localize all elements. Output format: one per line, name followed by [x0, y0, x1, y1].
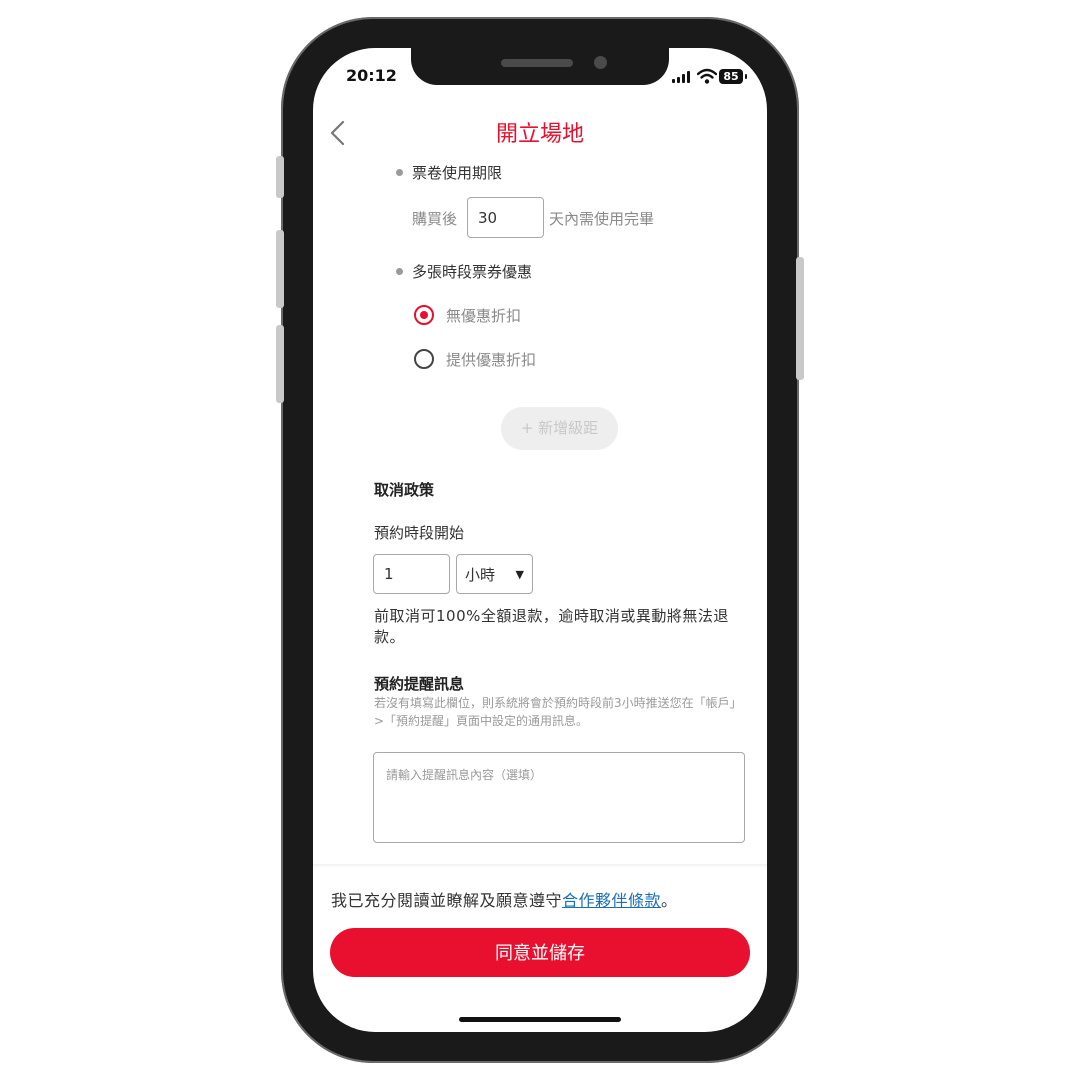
- battery-icon: 85: [719, 69, 743, 84]
- cancel-amount-input[interactable]: 1: [373, 554, 450, 594]
- reminder-description: 若沒有填寫此欄位，則系統將會於預約時段前3小時推送您在「帳戶」>「預約提醒」頁面…: [374, 696, 742, 728]
- battery-tip: [745, 74, 747, 79]
- validity-days-value: 30: [478, 208, 498, 227]
- ticket-validity-label: 票卷使用期限: [412, 164, 503, 182]
- status-time: 20:12: [346, 66, 397, 85]
- front-camera: [594, 56, 607, 69]
- cellular-signal-icon: [672, 71, 692, 83]
- cancel-amount-value: 1: [384, 565, 394, 583]
- cancel-start-label: 預約時段開始: [374, 524, 465, 542]
- cancel-policy-heading: 取消政策: [374, 481, 435, 499]
- bullet-dot: [396, 268, 403, 275]
- volume-down-button: [276, 325, 284, 403]
- back-chevron-icon[interactable]: [326, 119, 350, 147]
- multi-ticket-label: 多張時段票券優惠: [412, 263, 533, 281]
- validity-days-input[interactable]: 30: [467, 197, 544, 238]
- page-title: 開立場地: [495, 122, 584, 147]
- radio-no-discount[interactable]: [414, 305, 434, 325]
- wifi-icon: [697, 68, 717, 84]
- terms-agreement-text: 我已充分閱讀並瞭解及願意遵守合作夥伴條款。: [331, 887, 678, 911]
- cancel-policy-note: 前取消可100%全額退款，逾時取消或異動將無法退款。: [374, 607, 729, 646]
- cancel-unit-value: 小時: [465, 565, 496, 584]
- power-button: [796, 257, 804, 380]
- speaker: [501, 59, 573, 67]
- mute-switch: [276, 156, 284, 198]
- terms-suffix: 。: [661, 891, 678, 910]
- footer-divider: [313, 864, 767, 868]
- reminder-textarea[interactable]: 請輸入提醒訊息內容（選填）: [373, 752, 745, 843]
- partner-terms-link[interactable]: 合作夥伴條款: [562, 891, 661, 910]
- home-indicator[interactable]: [459, 1017, 621, 1022]
- agree-and-save-button[interactable]: 同意並儲存: [330, 928, 750, 977]
- add-tier-button[interactable]: + 新增級距: [501, 407, 618, 450]
- radio-offer-discount[interactable]: [414, 349, 434, 369]
- bullet-dot: [396, 169, 403, 176]
- radio-offer-discount-label[interactable]: 提供優惠折扣: [446, 349, 536, 370]
- volume-up-button: [276, 230, 284, 308]
- cancel-unit-select[interactable]: 小時 ▼: [456, 554, 533, 594]
- radio-no-discount-label[interactable]: 無優惠折扣: [446, 305, 521, 326]
- reminder-heading: 預約提醒訊息: [374, 675, 465, 693]
- terms-prefix: 我已充分閱讀並瞭解及願意遵守: [331, 891, 563, 910]
- ticket-validity-suffix: 天內需使用完畢: [549, 210, 655, 228]
- ticket-validity-prefix: 購買後: [412, 210, 458, 228]
- reminder-placeholder: 請輸入提醒訊息內容（選填）: [386, 768, 543, 782]
- dropdown-triangle-icon: ▼: [515, 567, 524, 581]
